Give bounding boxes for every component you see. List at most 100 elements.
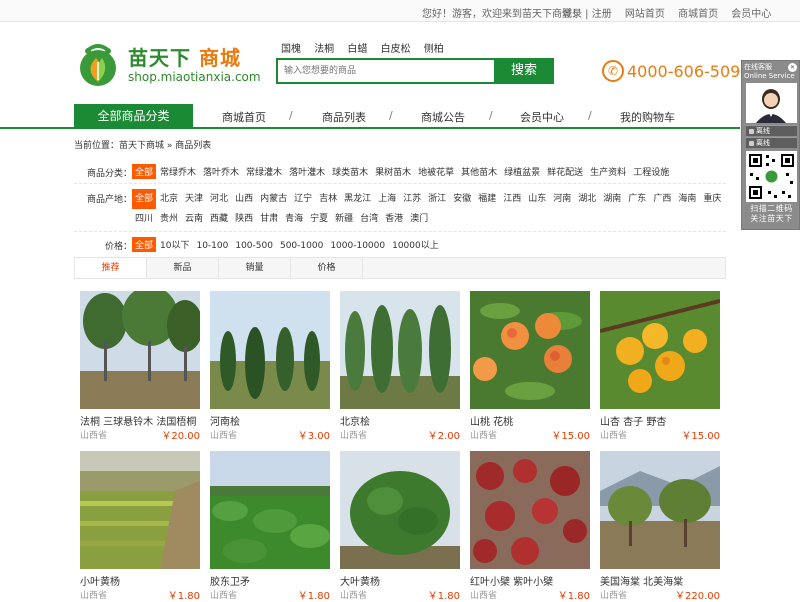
filter-option-origin[interactable]: 香港 <box>382 209 406 229</box>
filter-option-origin[interactable]: 云南 <box>182 209 206 229</box>
product-card[interactable]: 胶东卫矛 山西省 ￥1.80 <box>210 451 330 602</box>
nav-item-product-list[interactable]: 商品列表 <box>322 109 366 125</box>
filter-option-origin[interactable]: 贵州 <box>157 209 181 229</box>
product-card[interactable]: 美国海棠 北美海棠 山西省 ￥220.00 <box>600 451 720 602</box>
filter-option-origin[interactable]: 澳门 <box>407 209 431 229</box>
login-register-link[interactable]: 登录 | 注册 <box>562 9 612 20</box>
product-image-euonymus[interactable] <box>210 451 330 569</box>
product-name[interactable]: 美国海棠 北美海棠 <box>600 573 683 588</box>
filter-option-category[interactable]: 常绿灌木 <box>243 164 285 179</box>
filter-option-origin[interactable]: 吉林 <box>316 189 340 209</box>
product-image-beijing-juniper[interactable] <box>340 291 460 409</box>
filter-option-category[interactable]: 其他苗木 <box>458 164 500 179</box>
filter-option-origin[interactable]: 广东 <box>625 189 649 209</box>
filter-option-origin[interactable]: 甘肃 <box>257 209 281 229</box>
product-card[interactable]: 北京桧 山西省 ￥2.00 <box>340 291 460 442</box>
filter-option-price[interactable]: 500-1000 <box>277 240 326 252</box>
filter-option-origin[interactable]: 福建 <box>475 189 499 209</box>
all-categories-button[interactable]: 全部商品分类 <box>74 104 193 128</box>
product-name[interactable]: 胶东卫矛 <box>210 573 250 588</box>
nav-item-mall-home[interactable]: 商城首页 <box>222 109 266 125</box>
product-card[interactable]: 山杏 杏子 野杏 山西省 ￥15.00 <box>599 291 721 442</box>
product-image-large-boxwood[interactable] <box>340 451 460 569</box>
site-logo[interactable]: 苗天下 商城 shop.miaotianxia.com <box>74 38 264 90</box>
filter-option-price[interactable]: 100-500 <box>232 240 276 252</box>
filter-option-origin[interactable]: 江西 <box>500 189 524 209</box>
product-name[interactable]: 河南桧 <box>210 413 240 428</box>
nav-item-cart[interactable]: 我的购物车 <box>620 109 675 125</box>
product-name[interactable]: 山杏 杏子 野杏 <box>600 413 666 428</box>
nav-item-member-center[interactable]: 会员中心 <box>520 109 564 125</box>
search-button[interactable]: 搜索 <box>494 58 554 84</box>
filter-option-price[interactable]: 10以下 <box>157 237 192 252</box>
filter-option-category[interactable]: 鲜花配送 <box>544 164 586 179</box>
search-input[interactable] <box>278 60 494 82</box>
filter-option-origin[interactable]: 河北 <box>207 189 231 209</box>
product-image-crabapple[interactable] <box>600 451 720 569</box>
hot-word[interactable]: 法桐 <box>314 44 334 55</box>
filter-option-price[interactable]: 全部 <box>132 237 157 252</box>
close-icon[interactable]: ✕ <box>788 63 797 72</box>
filter-option-category[interactable]: 常绿乔木 <box>157 164 199 179</box>
hot-word[interactable]: 白蜡 <box>347 44 367 55</box>
filter-option-category[interactable]: 落叶灌木 <box>286 164 328 179</box>
filter-option-origin[interactable]: 内蒙古 <box>257 189 290 209</box>
filter-option-origin[interactable]: 湖北 <box>575 189 599 209</box>
product-name[interactable]: 大叶黄杨 <box>340 573 380 588</box>
filter-option-category[interactable]: 全部 <box>132 164 157 179</box>
product-name[interactable]: 北京桧 <box>340 413 370 428</box>
hot-word[interactable]: 国槐 <box>281 44 301 55</box>
tab-price[interactable]: 价格 <box>291 258 363 278</box>
breadcrumb-home[interactable]: 苗天下商城 <box>119 141 164 151</box>
filter-option-origin[interactable]: 黑龙江 <box>341 189 374 209</box>
filter-option-origin[interactable]: 台湾 <box>357 209 381 229</box>
hot-word[interactable]: 侧柏 <box>424 44 444 55</box>
filter-option-price[interactable]: 1000-10000 <box>327 240 388 252</box>
filter-option-category[interactable]: 地被花草 <box>415 164 457 179</box>
filter-option-category[interactable]: 果树苗木 <box>372 164 414 179</box>
filter-option-origin[interactable]: 安徽 <box>450 189 474 209</box>
product-image-juniper[interactable] <box>210 291 330 409</box>
filter-option-origin[interactable]: 广西 <box>650 189 674 209</box>
site-home-link[interactable]: 网站首页 <box>625 9 665 20</box>
product-image-plane-tree[interactable] <box>80 286 203 409</box>
filter-option-price[interactable]: 10-100 <box>193 240 231 252</box>
product-card[interactable]: 小叶黄杨 山西省 ￥1.80 <box>80 451 200 602</box>
filter-option-origin[interactable]: 浙江 <box>425 189 449 209</box>
product-card[interactable]: 法桐 三球悬铃木 法国梧桐 山西省 ￥20.00 <box>80 286 203 442</box>
product-name[interactable]: 小叶黄杨 <box>80 573 120 588</box>
filter-option-origin[interactable]: 陕西 <box>232 209 256 229</box>
filter-option-origin[interactable]: 全部 <box>132 189 157 209</box>
product-image-peach[interactable] <box>470 291 590 409</box>
member-center-link[interactable]: 会员中心 <box>731 9 771 20</box>
product-image-barberry[interactable] <box>470 451 590 569</box>
filter-option-origin[interactable]: 四川 <box>132 209 156 229</box>
mall-home-link[interactable]: 商城首页 <box>678 9 718 20</box>
filter-option-origin[interactable]: 河南 <box>550 189 574 209</box>
filter-option-origin[interactable]: 辽宁 <box>291 189 315 209</box>
service-status-1[interactable]: 离线 <box>746 125 797 136</box>
filter-option-origin[interactable]: 山东 <box>525 189 549 209</box>
filter-option-category[interactable]: 绿植盆景 <box>501 164 543 179</box>
filter-option-origin[interactable]: 江苏 <box>400 189 424 209</box>
filter-option-origin[interactable]: 宁夏 <box>307 209 331 229</box>
filter-option-origin[interactable]: 西藏 <box>207 209 231 229</box>
tab-new[interactable]: 新品 <box>147 258 219 278</box>
nav-item-announcements[interactable]: 商城公告 <box>421 109 465 125</box>
tab-recommended[interactable]: 推荐 <box>75 258 147 278</box>
product-card[interactable]: 河南桧 山西省 ￥3.00 <box>210 291 330 442</box>
filter-option-origin[interactable]: 青海 <box>282 209 306 229</box>
filter-option-category[interactable]: 工程设施 <box>630 164 672 179</box>
product-card[interactable]: 大叶黄杨 山西省 ￥1.80 <box>340 451 460 602</box>
filter-option-category[interactable]: 球类苗木 <box>329 164 371 179</box>
product-name[interactable]: 红叶小檗 紫叶小檗 <box>470 573 553 588</box>
filter-option-origin[interactable]: 北京 <box>157 189 181 209</box>
hot-word[interactable]: 白皮松 <box>381 44 411 55</box>
filter-option-category[interactable]: 落叶乔木 <box>200 164 242 179</box>
filter-option-origin[interactable]: 山西 <box>232 189 256 209</box>
filter-option-origin[interactable]: 新疆 <box>332 209 356 229</box>
filter-option-origin[interactable]: 海南 <box>675 189 699 209</box>
tab-sales[interactable]: 销量 <box>219 258 291 278</box>
filter-option-origin[interactable]: 上海 <box>375 189 399 209</box>
product-card[interactable]: 山桃 花桃 山西省 ￥15.00 <box>470 291 590 442</box>
